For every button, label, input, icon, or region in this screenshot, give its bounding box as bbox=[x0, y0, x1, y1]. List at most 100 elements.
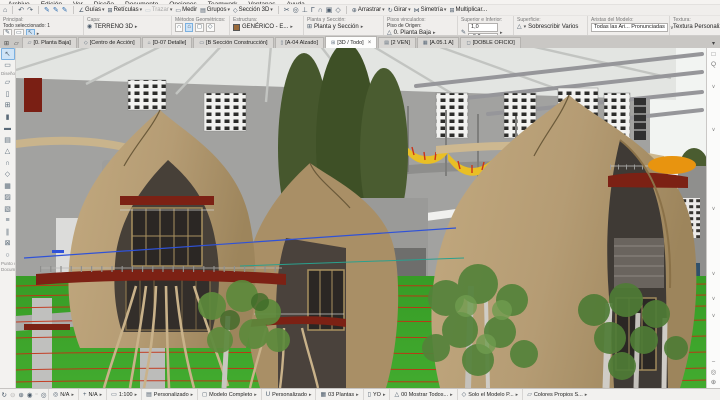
pick-parameters-icon[interactable]: ✎ bbox=[44, 6, 50, 15]
drag-button[interactable]: ⊕ Arrastrar ▾ bbox=[352, 7, 385, 14]
tab-alzado[interactable]: ▯ [A-04 Alzado] bbox=[274, 37, 324, 48]
rotate-button[interactable]: ↻ Girar ▾ bbox=[388, 7, 411, 14]
trim-icon[interactable]: Γ bbox=[311, 6, 315, 15]
tab-3d-todo-active[interactable]: ⊞ [3D / Todo] × bbox=[324, 36, 378, 48]
arrow-tool[interactable]: ↖ bbox=[0, 48, 15, 60]
guides-button[interactable]: ∠ Guías ▾ bbox=[79, 7, 105, 14]
column-tool[interactable]: ▮ bbox=[1, 112, 15, 124]
morph-icon[interactable]: ◇ bbox=[335, 6, 340, 15]
geometry-method-4[interactable]: ◇ bbox=[205, 23, 215, 32]
scissors-icon[interactable]: ✂ bbox=[284, 6, 290, 15]
wall-tool[interactable]: ▱ bbox=[1, 77, 15, 89]
marquee-tool[interactable]: ▭ bbox=[1, 60, 15, 72]
arrow-mode-button[interactable]: ↖ bbox=[25, 29, 35, 35]
lamp-tool[interactable]: ○ bbox=[1, 250, 15, 262]
shell-tool[interactable]: ∩ bbox=[1, 158, 15, 170]
top-offset-field[interactable]: 1,0 bbox=[468, 23, 499, 32]
layer-selector[interactable]: ◉ TERRENO 3D ▸ bbox=[87, 23, 168, 31]
geometry-method-2[interactable]: ⌂ bbox=[185, 23, 193, 32]
menu-documento[interactable]: Documento bbox=[125, 0, 158, 4]
railing-tool[interactable]: ∥ bbox=[1, 227, 15, 239]
mirror-button[interactable]: ⋈ Simetría ▾ bbox=[414, 7, 447, 14]
status-model-only[interactable]: ◇ Solo el Modelo P... ▸ bbox=[456, 389, 523, 400]
tab-detalle[interactable]: ⌂ [D-07 Detalle] bbox=[141, 37, 193, 48]
menu-ver[interactable]: Ver bbox=[73, 0, 83, 4]
menu-teamwork[interactable]: Teamwork bbox=[208, 0, 238, 4]
curtainwall-tool[interactable]: ▦ bbox=[1, 181, 15, 193]
tab-a051[interactable]: ▦ [A.05.1 A] bbox=[416, 37, 460, 48]
tab-doble-oficio[interactable]: ◻ [DOBLE OFICIO] bbox=[460, 37, 521, 48]
tab-overflow-icon[interactable]: ▾ bbox=[712, 40, 718, 48]
measure-button[interactable]: ▭ Medir bbox=[175, 7, 197, 14]
geometry-method-1[interactable]: ∩ bbox=[175, 23, 184, 32]
chevron-down-icon[interactable]: ∨ bbox=[711, 313, 715, 320]
home-icon[interactable]: ⌂ bbox=[3, 6, 7, 15]
beam-tool[interactable]: ▬ bbox=[1, 123, 15, 135]
status-pen-set[interactable]: ▤ Personalizado ▸ bbox=[141, 389, 197, 400]
roof-tool[interactable]: △ bbox=[1, 146, 15, 158]
chevron-down-icon[interactable]: ∨ bbox=[711, 84, 715, 91]
chevron-down-icon[interactable]: ∨ bbox=[711, 206, 715, 213]
fillet-icon[interactable]: ∩ bbox=[318, 6, 323, 15]
status-model-filter[interactable]: ◻ Modelo Completo ▸ bbox=[197, 389, 261, 400]
menu-opciones[interactable]: Opciones bbox=[169, 0, 196, 4]
tab-2-ven[interactable]: ▤ [2 VEN] bbox=[378, 37, 416, 48]
zoom-in-icon[interactable]: ⊕ bbox=[17, 391, 25, 399]
status-user[interactable]: ▯ YO ▸ bbox=[362, 389, 390, 400]
status-zoom-na[interactable]: ◎ N/A ▸ bbox=[48, 389, 78, 400]
redo-icon[interactable]: ↷ bbox=[27, 6, 33, 15]
magnifier-icon[interactable]: ◎ bbox=[39, 391, 48, 399]
trace-button[interactable]: ▭ Trazar ▾ bbox=[145, 7, 172, 14]
chevron-down-icon[interactable]: ∨ bbox=[711, 271, 715, 278]
chevron-down-icon[interactable]: ∨ bbox=[711, 127, 715, 134]
adjust-icon[interactable]: ⊥ bbox=[302, 6, 308, 15]
resize-icon[interactable]: ▣ bbox=[326, 6, 333, 15]
menu-ventanas[interactable]: Ventanas bbox=[248, 0, 275, 4]
menu-archivo[interactable]: Archivo bbox=[8, 0, 30, 4]
structure-selector[interactable]: GENÉRICO - E... ▸ bbox=[233, 23, 300, 31]
status-own-colors[interactable]: ▱ Colores Propios S... ▸ bbox=[522, 389, 591, 400]
zone-tool[interactable]: ▧ bbox=[1, 204, 15, 216]
quick-options-icon[interactable]: ⊞ bbox=[2, 40, 11, 48]
chevron-down-icon[interactable]: ∨ bbox=[711, 296, 715, 303]
multiply-button[interactable]: ⊞ Multiplicar... bbox=[449, 7, 487, 14]
stair-tool[interactable]: ≡ bbox=[1, 215, 15, 227]
morph-tool[interactable]: ◇ bbox=[1, 169, 15, 181]
geometry-method-3[interactable]: ◻ bbox=[194, 23, 204, 32]
groups-button[interactable]: ▤ Grupos ▾ bbox=[200, 7, 230, 14]
tab-centro-accion[interactable]: ◇ [Centro de Acción] bbox=[77, 37, 141, 48]
status-scale[interactable]: ▭ 1:100 ▸ bbox=[106, 389, 141, 400]
grid-button[interactable]: ⊞ Retículas ▾ bbox=[108, 7, 143, 14]
favorites-button[interactable]: ▭ bbox=[14, 29, 24, 35]
tab-planta-baja[interactable]: ▱ [0. Planta Baja] bbox=[21, 37, 77, 48]
menu-diseno[interactable]: Diseño bbox=[94, 0, 114, 4]
texture-selector[interactable]: Textura Personaliza... bbox=[673, 23, 720, 31]
pop-up-navigator-icon[interactable]: ▱ bbox=[12, 40, 21, 48]
help-circle-icon[interactable]: ◎ bbox=[711, 368, 717, 378]
model-edges-select[interactable]: Todas las Ari... Pronunciadas bbox=[591, 23, 668, 32]
undo-icon[interactable]: ↶ bbox=[18, 6, 24, 15]
3d-viewport[interactable] bbox=[15, 0, 708, 389]
surface-override-selector[interactable]: △ ▾ Sobrescribir Varios bbox=[517, 23, 584, 31]
status-stories[interactable]: ▦ 03 Plantas ▸ bbox=[315, 389, 362, 400]
slab-tool[interactable]: ▤ bbox=[1, 135, 15, 147]
tab-seccion-construccion[interactable]: ▭ [B Sección Construcción] bbox=[193, 37, 274, 48]
orbit-icon[interactable]: ↻ bbox=[0, 391, 8, 399]
status-layer-combination[interactable]: U Personalizado ▸ bbox=[260, 389, 316, 400]
search-icon[interactable]: Q bbox=[711, 60, 716, 70]
menu-edicion[interactable]: Edición bbox=[41, 0, 62, 4]
home-story-selector[interactable]: △ 0. Planta Baja ▸ bbox=[387, 29, 454, 35]
default-settings-button[interactable]: ✎ bbox=[3, 29, 13, 35]
status-show-all[interactable]: △ 00 Mostrar Todos... ▸ bbox=[389, 389, 456, 400]
collapse-icon[interactable]: − bbox=[712, 358, 716, 368]
zoom-out-icon[interactable]: ⊖ bbox=[8, 391, 16, 399]
zoom-tool-icon[interactable]: ◎ bbox=[293, 6, 299, 15]
cloud-icon[interactable]: □ bbox=[712, 50, 716, 60]
globe-icon[interactable]: ⊕ bbox=[711, 378, 716, 388]
eyedropper-icon[interactable]: ✎ bbox=[62, 6, 68, 15]
menu-ayuda[interactable]: Ayuda bbox=[286, 0, 304, 4]
floorplan-display-selector[interactable]: ⊞ Planta y Sección ▸ bbox=[307, 23, 380, 31]
eye-preview-icon[interactable]: ◉ bbox=[25, 391, 34, 399]
close-tab-icon[interactable]: × bbox=[368, 40, 372, 46]
status-orientation-na[interactable]: + N/A ▸ bbox=[77, 389, 106, 400]
